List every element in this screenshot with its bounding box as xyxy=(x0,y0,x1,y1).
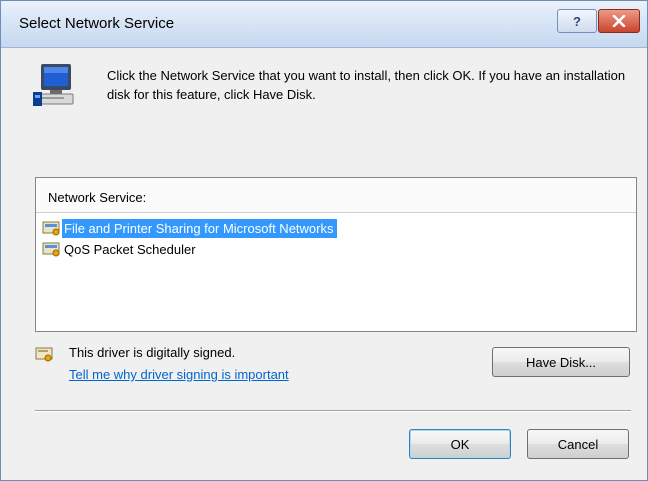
help-icon: ? xyxy=(573,13,581,29)
ok-button[interactable]: OK xyxy=(409,429,511,459)
title-bar: Select Network Service ? xyxy=(1,1,647,48)
divider xyxy=(35,410,631,412)
cancel-button[interactable]: Cancel xyxy=(527,429,629,459)
dialog-body: Click the Network Service that you want … xyxy=(9,48,639,473)
dialog-window: Select Network Service ? Click the Netwo… xyxy=(0,0,648,481)
close-icon xyxy=(612,15,626,27)
help-button[interactable]: ? xyxy=(557,9,597,33)
list-item-label: QoS Packet Scheduler xyxy=(64,241,196,257)
driver-signing-link[interactable]: Tell me why driver signing is important xyxy=(69,367,289,382)
dialog-title: Select Network Service xyxy=(19,15,175,32)
list-header-label: Network Service: xyxy=(48,190,147,205)
close-button[interactable] xyxy=(598,9,640,33)
network-computer-icon xyxy=(33,64,74,106)
list-item-label: File and Printer Sharing for Microsoft N… xyxy=(62,218,338,238)
network-service-icon xyxy=(42,242,60,257)
list-header: Network Service: xyxy=(36,178,636,213)
have-disk-button[interactable]: Have Disk... xyxy=(492,347,630,377)
driver-signed-text: This driver is digitally signed. xyxy=(69,345,236,360)
list-item-qos-packet-scheduler[interactable]: QoS Packet Scheduler xyxy=(42,239,200,259)
network-service-icon xyxy=(42,221,60,236)
certificate-icon xyxy=(35,347,53,362)
network-service-list[interactable]: Network Service: File and Printer Sharin… xyxy=(35,177,637,332)
instructions-text: Click the Network Service that you want … xyxy=(107,68,626,102)
list-item-file-printer-sharing[interactable]: File and Printer Sharing for Microsoft N… xyxy=(42,218,338,238)
